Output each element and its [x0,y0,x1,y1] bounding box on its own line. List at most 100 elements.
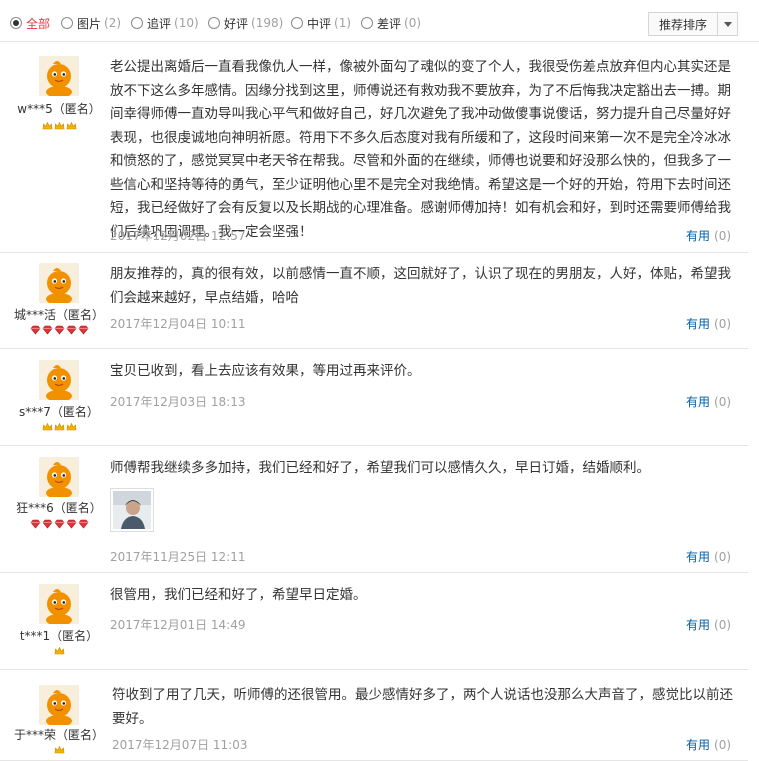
review-content: 很管用，我们已经和好了，希望早日定婚。 [110,587,367,603]
avatar-mascot-icon [39,457,79,497]
crown-icon [42,121,52,130]
useful-count: (0) [714,395,732,409]
useful-vote: 有用 (0) [686,548,731,565]
review-date: 2017年12月02日 12:57 [110,229,246,243]
filter-positive[interactable]: 好评 (198) [208,14,283,32]
avatar-mascot-icon [39,360,79,400]
useful-button[interactable]: 有用 [686,618,710,632]
crown-icon [54,646,64,655]
crown-icon [66,121,76,130]
avatar [39,584,79,624]
filter-label: 中评 [307,16,332,31]
crown-icon [54,121,64,130]
avatar [39,263,79,303]
useful-vote: 有用 (0) [686,616,731,633]
filter-label: 追评 [147,16,172,31]
avatar-mascot-icon [39,584,79,624]
diamond-icon [42,325,52,335]
useful-button[interactable]: 有用 [686,550,710,564]
useful-count: (0) [714,738,732,752]
useful-vote: 有用 (0) [686,227,731,244]
diamond-icon [42,519,52,529]
sort-label: 推荐排序 [659,17,708,32]
review-date: 2017年12月01日 14:49 [110,618,246,632]
avatar [39,457,79,497]
chevron-down-icon[interactable] [724,21,732,27]
useful-count: (0) [714,317,732,331]
useful-vote: 有用 (0) [686,315,731,332]
useful-button[interactable]: 有用 [686,395,710,409]
reviewer-name: 城***活（匿名） [13,308,104,322]
reviewer-name: 狂***6（匿名） [16,501,102,515]
useful-button[interactable]: 有用 [686,229,710,243]
review-content: 老公提出离婚后一直看我像仇人一样，像被外面勾了魂似的变了个人，我很受伤差点放弃但… [110,59,731,240]
reviewer-name: 于***荣（匿名） [13,728,104,742]
avatar [39,56,79,96]
avatar-mascot-icon [39,56,79,96]
filter-label: 全部 [26,16,51,31]
reviewer-name: w***5（匿名） [17,102,101,116]
useful-button[interactable]: 有用 [686,738,710,752]
filter-label: 好评 [224,16,249,31]
filter-label: 差评 [377,16,402,31]
filter-count: (0) [404,16,422,30]
filter-negative[interactable]: 差评 (0) [361,14,421,32]
filter-count: (1) [334,16,352,30]
crown-icon [66,422,76,431]
member-rank-badges [9,745,109,757]
useful-vote: 有用 (0) [686,393,731,410]
useful-button[interactable]: 有用 [686,317,710,331]
filter-followup[interactable]: 追评 (10) [131,14,199,32]
member-rank-badges [9,325,109,337]
diamond-icon [78,325,88,335]
radio-icon[interactable] [291,17,303,29]
review-date: 2017年11月25日 12:11 [110,550,246,564]
filter-all[interactable]: 全部 [10,14,50,32]
crown-icon [54,422,64,431]
diamond-icon [66,325,76,335]
member-rank-badges [9,646,109,658]
review-content: 符收到了用了几天，听师傅的还很管用。最少感情好多了，两个人说话也没那么大声音了，… [112,687,733,727]
filter-count: (10) [174,16,199,30]
radio-icon[interactable] [131,17,143,29]
crown-icon [42,422,52,431]
filter-neutral[interactable]: 中评 (1) [291,14,351,32]
useful-vote: 有用 (0) [686,736,731,753]
member-rank-badges [9,422,109,434]
filter-label: 图片 [77,16,102,31]
radio-icon[interactable] [208,17,220,29]
filter-count: (198) [251,16,284,30]
review-date: 2017年12月07日 11:03 [112,738,248,752]
useful-count: (0) [714,618,732,632]
member-rank-badges [9,121,109,133]
member-rank-badges [9,519,109,531]
radio-checked-icon[interactable] [10,17,22,29]
review-filter-bar: 全部 图片 (2) 追评 (10) 好评 (198) 中评 (1) 差评 (0)… [0,0,759,42]
useful-count: (0) [714,550,732,564]
avatar-mascot-icon [39,263,79,303]
review-content: 师傅帮我继续多多加持，我们已经和好了，希望我们可以感情久久，早日订婚，结婚顺利。 [110,460,650,476]
useful-count: (0) [714,229,732,243]
review-content: 朋友推荐的，真的很有效，以前感情一直不顺，这回就好了，认识了现在的男朋友，人好，… [110,266,731,306]
filter-images[interactable]: 图片 (2) [61,14,121,32]
reviewer-name: t***1（匿名） [19,629,99,643]
review-photo-image [113,491,151,529]
avatar [39,685,79,725]
diamond-icon [54,519,64,529]
review-date: 2017年12月04日 10:11 [110,317,246,331]
diamond-icon [30,325,40,335]
review-date: 2017年12月03日 18:13 [110,395,246,409]
avatar-mascot-icon [39,685,79,725]
review-photo-thumbnail[interactable] [110,488,154,532]
radio-icon[interactable] [361,17,373,29]
reviewer-name: s***7（匿名） [19,405,99,419]
filter-count: (2) [104,16,122,30]
diamond-icon [66,519,76,529]
avatar [39,360,79,400]
diamond-icon [30,519,40,529]
sort-dropdown[interactable]: 推荐排序 [648,12,738,36]
crown-icon [54,745,64,754]
diamond-icon [54,325,64,335]
radio-icon[interactable] [61,17,73,29]
review-content: 宝贝已收到，看上去应该有效果，等用过再来评价。 [110,363,421,379]
